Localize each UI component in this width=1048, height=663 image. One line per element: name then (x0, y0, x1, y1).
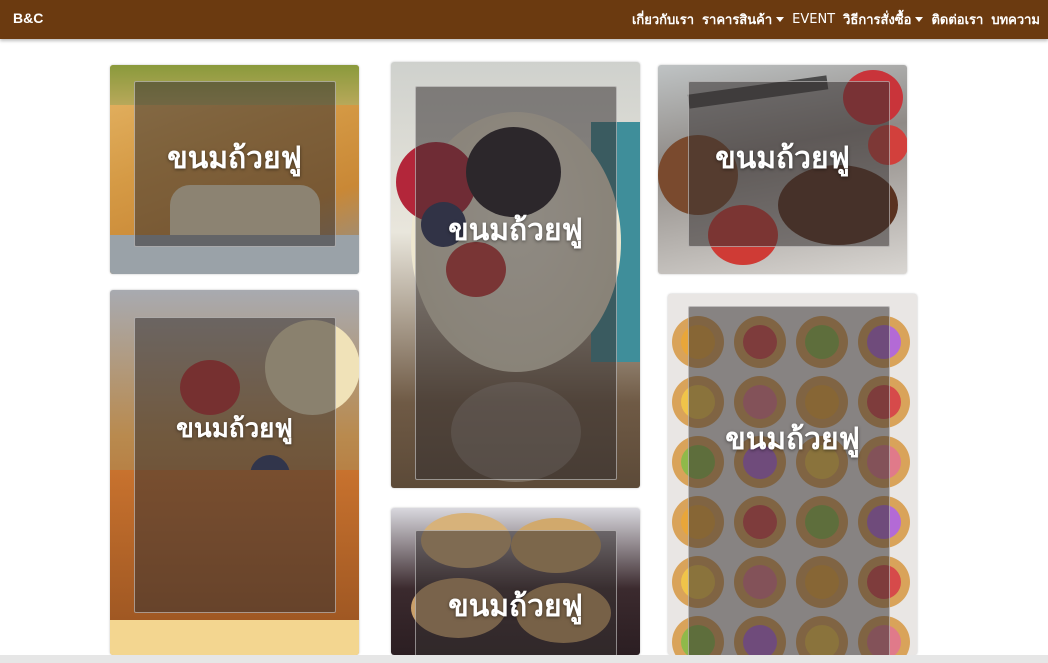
nav-item-articles[interactable]: บทความ (991, 9, 1040, 30)
card-title: ขนมถ้วยฟู (715, 141, 850, 176)
gallery-card-honey-toast[interactable]: ขนมถ้วยฟู (110, 290, 359, 655)
card-title: ขนมถ้วยฟู (176, 414, 293, 444)
nav-item-about[interactable]: เกี่ยวกับเรา (632, 9, 694, 30)
cream-edge-image (110, 620, 359, 655)
nav-item-event[interactable]: EVENT (792, 12, 835, 27)
chevron-down-icon (776, 17, 785, 22)
top-navbar: B&C เกี่ยวกับเรา ราคารสินค้า EVENT วิธีก… (0, 0, 1048, 39)
card-overlay (688, 306, 890, 655)
nav-item-contact[interactable]: ติดต่อเรา (931, 9, 983, 30)
nav-menu: เกี่ยวกับเรา ราคารสินค้า EVENT วิธีการสั… (632, 0, 1040, 39)
nav-item-how-to-order-label: วิธีการสั่งซื้อ (843, 13, 912, 28)
card-title: ขนมถ้วยฟู (448, 213, 583, 248)
chevron-down-icon (915, 17, 924, 22)
brand-logo[interactable]: B&C (13, 10, 43, 26)
gallery-card-toast[interactable]: ขนมถ้วยฟู (110, 65, 359, 274)
nav-item-how-to-order[interactable]: วิธีการสั่งซื้อ (843, 9, 924, 30)
gallery-card-chocolate[interactable]: ขนมถ้วยฟู (658, 65, 907, 274)
horizontal-scrollbar[interactable] (0, 655, 1048, 663)
nav-item-prices[interactable]: ราคารสินค้า (702, 9, 785, 30)
gallery-card-muffins[interactable]: ขนมถ้วยฟู (391, 508, 640, 655)
gallery-card-tartlets[interactable]: ขนมถ้วยฟู (668, 294, 917, 655)
card-overlay (415, 86, 617, 480)
card-title: ขนมถ้วยฟู (725, 422, 860, 457)
card-title: ขนมถ้วยฟู (448, 589, 583, 624)
nav-item-prices-label: ราคารสินค้า (702, 13, 773, 28)
card-title: ขนมถ้วยฟู (167, 141, 302, 176)
gallery-card-berry-cup[interactable]: ขนมถ้วยฟู (391, 62, 640, 488)
card-overlay (134, 317, 336, 613)
